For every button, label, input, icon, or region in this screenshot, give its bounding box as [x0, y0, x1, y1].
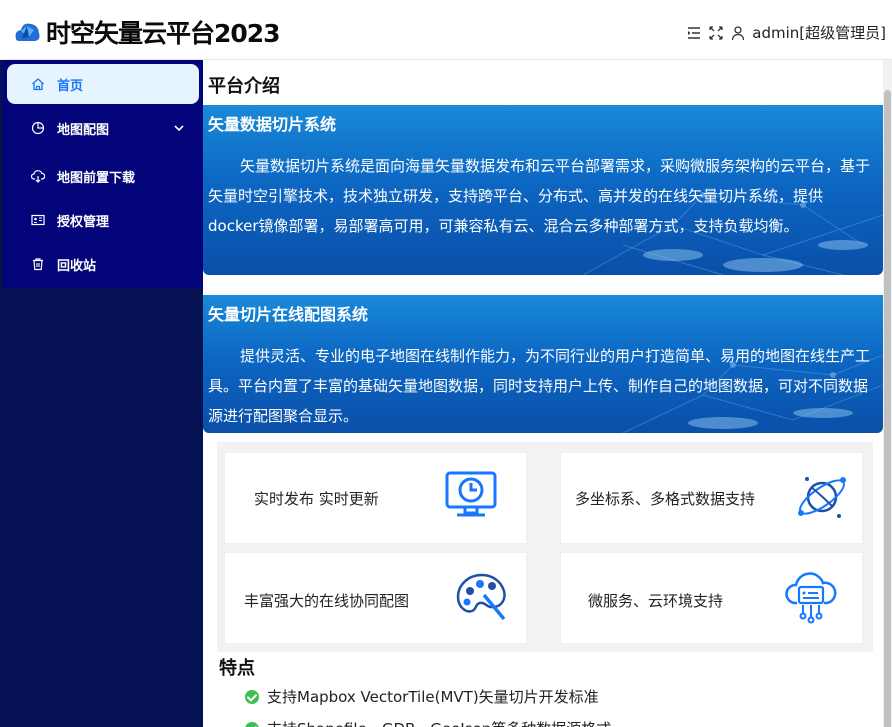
card-label: 实时发布 实时更新	[254, 490, 379, 508]
cloud-download-icon	[31, 170, 45, 183]
id-card-icon	[31, 214, 45, 226]
sidebar-item-license[interactable]: 授权管理	[7, 200, 199, 240]
section-text: 矢量数据切片系统是面向海量矢量数据发布和云平台部署需求，采购微服务架构的云平台，…	[208, 157, 871, 235]
check-circle-icon	[245, 689, 259, 704]
user-icon	[732, 25, 745, 40]
sidebar-menu: 首页 地图配图 地图前置下载 授权管理 回收站	[3, 60, 203, 288]
main-scrollbar[interactable]	[883, 60, 892, 727]
feature-cards: 实时发布 实时更新 多坐标系、多格式数据支持 丰富强大的在线协同配图 微服务、云…	[217, 442, 873, 652]
home-icon	[32, 78, 44, 91]
chevron-down-icon[interactable]	[173, 122, 185, 134]
sidebar-item-label: 首页	[57, 78, 84, 94]
features-title: 特点	[219, 658, 255, 679]
page-title: 平台介绍	[208, 76, 280, 97]
sidebar-item-label: 地图配图	[57, 122, 110, 138]
palette-icon	[456, 573, 506, 621]
monitor-clock-icon	[445, 471, 497, 517]
feature-card: 实时发布 实时更新	[225, 453, 526, 543]
feature-item: 支持Shapefile、GDB、GeoJson等多种数据源格式	[245, 718, 611, 727]
feature-card: 丰富强大的在线协同配图	[225, 553, 526, 643]
sidebar-item-map-download[interactable]: 地图前置下载	[7, 156, 199, 196]
top-header: 时空矢量云平台2023 admin[超级管理员]	[0, 0, 892, 60]
main-content: 平台介绍 矢量数据切片系统 矢量数据切片系统是面向海量矢量数据发布和云平台部署需…	[203, 60, 883, 727]
card-label: 微服务、云环境支持	[588, 592, 724, 610]
section-title: 矢量切片在线配图系统	[208, 305, 369, 324]
scrollbar-thumb[interactable]	[884, 90, 891, 727]
cloud-logo-icon	[15, 23, 40, 41]
sidebar-item-label: 回收站	[57, 258, 97, 274]
card-label: 丰富强大的在线协同配图	[244, 592, 410, 610]
section-text: 提供灵活、专业的电子地图在线制作能力，为不同行业的用户打造简单、易用的地图在线生…	[208, 347, 871, 425]
trash-icon	[33, 258, 43, 271]
menu-fold-icon[interactable]	[686, 25, 702, 41]
pie-chart-icon	[31, 121, 45, 135]
cloud-server-icon	[785, 572, 837, 624]
fullscreen-icon[interactable]	[708, 25, 724, 41]
user-name[interactable]: admin[超级管理员]	[752, 22, 886, 43]
orbit-globe-icon	[798, 477, 846, 518]
feature-text: 支持Mapbox VectorTile(MVT)矢量切片开发标准	[267, 688, 599, 706]
sidebar-item-map-styling[interactable]: 地图配图	[7, 108, 199, 148]
feature-card: 多坐标系、多格式数据支持	[561, 453, 862, 543]
intro-banner-online-styling: 矢量切片在线配图系统 提供灵活、专业的电子地图在线制作能力，为不同行业的用户打造…	[203, 295, 883, 433]
sidebar: 首页 地图配图 地图前置下载 授权管理 回收站	[0, 60, 203, 727]
card-label: 多坐标系、多格式数据支持	[575, 490, 756, 508]
intro-banner-tile-system: 矢量数据切片系统 矢量数据切片系统是面向海量矢量数据发布和云平台部署需求，采购微…	[203, 105, 883, 275]
sidebar-item-recycle-bin[interactable]: 回收站	[7, 244, 199, 284]
section-title: 矢量数据切片系统	[208, 115, 337, 134]
sidebar-item-label: 授权管理	[57, 214, 110, 230]
brand-title: 时空矢量云平台2023	[46, 19, 281, 48]
sidebar-item-label: 地图前置下载	[57, 170, 136, 186]
feature-card: 微服务、云环境支持	[561, 553, 862, 643]
feature-item: 支持Mapbox VectorTile(MVT)矢量切片开发标准	[245, 686, 599, 707]
sidebar-item-home[interactable]: 首页	[7, 64, 199, 104]
check-circle-icon	[245, 721, 259, 727]
feature-text: 支持Shapefile、GDB、GeoJson等多种数据源格式	[267, 718, 611, 727]
